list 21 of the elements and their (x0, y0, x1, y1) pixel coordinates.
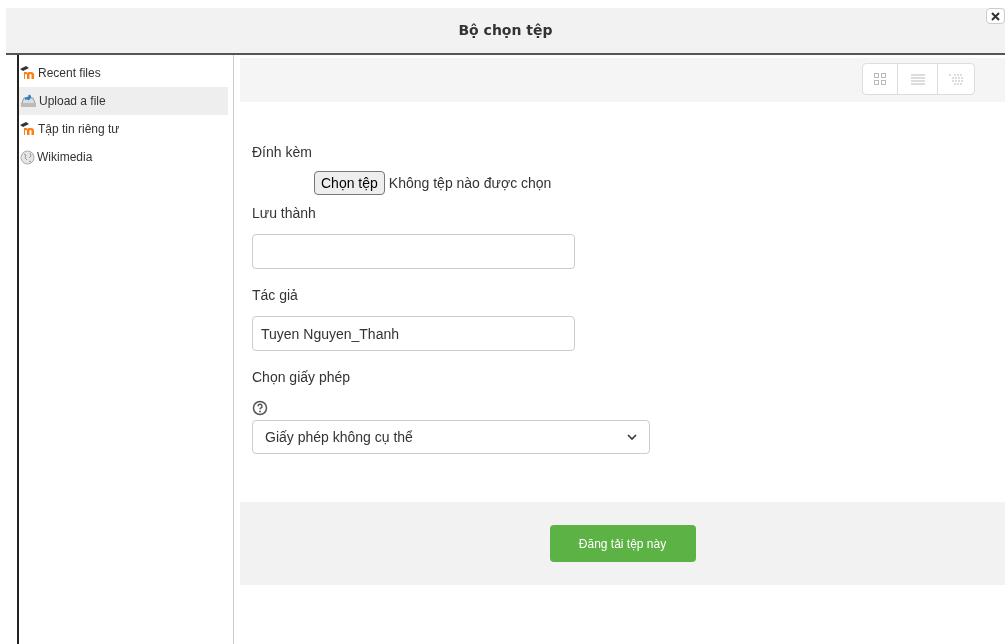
author-field[interactable]: Tuyen Nguyen_Thanh (252, 316, 575, 351)
help-icon (252, 400, 268, 416)
grid-icon (874, 73, 886, 85)
license-select[interactable]: Giấy phép không cụ thể (252, 420, 650, 454)
globe-icon (20, 149, 35, 165)
list-icon (910, 73, 925, 85)
field-label: Lưu thành (252, 204, 317, 223)
choose-file-button[interactable]: Chọn tệp (314, 171, 385, 195)
field-label: Chọn giấy phép (252, 368, 352, 387)
field-label: Đính kèm (252, 143, 313, 162)
file-status-text: Không tệp nào được chọn (388, 173, 552, 193)
sidebar-item[interactable]: Upload a file (19, 87, 228, 115)
dialog-title: Bộ chọn tệp (458, 21, 553, 40)
graduation-cap-m-icon (20, 122, 36, 136)
close-button[interactable] (986, 8, 1005, 24)
field-label: Tác giả (252, 286, 299, 305)
upload-icon (20, 94, 37, 108)
close-icon (991, 11, 1000, 21)
chevron-down-icon (627, 434, 637, 440)
save-as-field[interactable] (252, 234, 575, 269)
graduation-cap-m-icon (20, 66, 36, 80)
